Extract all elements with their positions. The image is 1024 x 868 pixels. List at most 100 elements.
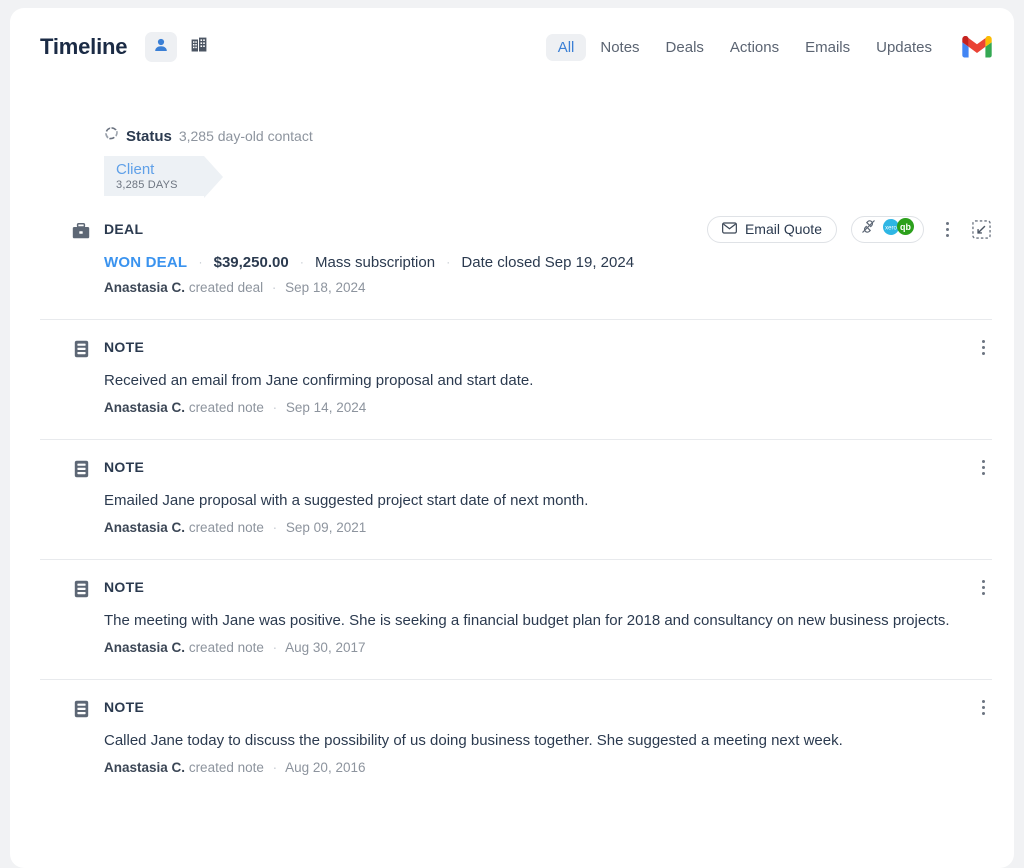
- note-kind-label: NOTE: [104, 699, 145, 715]
- timeline-body: Status 3,285 day-old contact Client 3,28…: [10, 126, 1014, 789]
- note-actions: [974, 456, 992, 478]
- deal-product: Mass subscription: [315, 254, 436, 271]
- email-quote-button[interactable]: Email Quote: [706, 215, 837, 243]
- building-icon: [191, 37, 207, 57]
- deal-meta-action: created deal: [188, 280, 264, 295]
- page-title: Timeline: [40, 34, 128, 59]
- separator-dot: ·: [272, 520, 278, 535]
- deal-close-date: Date closed Sep 19, 2024: [461, 254, 635, 271]
- deal-summary-line: WON DEAL · $39,250.00 · Mass subscriptio…: [104, 254, 992, 271]
- separator-dot: ·: [272, 760, 278, 775]
- deal-actions: Email Quote xero qb: [706, 215, 992, 243]
- note-header-row: NOTE: [104, 456, 992, 478]
- quickbooks-logo-icon: qb: [897, 218, 914, 240]
- note-text: Emailed Jane proposal with a suggested p…: [104, 492, 589, 509]
- svg-text:qb: qb: [900, 222, 911, 232]
- note-meta-action: created note: [188, 640, 264, 655]
- deal-collapse-inward-icon[interactable]: [970, 218, 992, 240]
- timeline-item-note: NOTE The meeting with Jane was positive.…: [40, 559, 992, 669]
- envelope-icon: [721, 221, 737, 237]
- separator-dot: ·: [446, 255, 451, 269]
- note-meta-line: Anastasia C. created note · Sep 09, 2021: [104, 520, 992, 535]
- status-label: Status: [126, 127, 172, 145]
- separator-dot: ·: [271, 280, 277, 295]
- gmail-logo-icon[interactable]: [962, 35, 992, 59]
- note-more-options-icon[interactable]: [974, 576, 992, 598]
- separator-dot: ·: [272, 640, 278, 655]
- svg-text:xero: xero: [885, 225, 897, 231]
- tab-actions[interactable]: Actions: [718, 34, 791, 61]
- note-kind-label: NOTE: [104, 339, 145, 355]
- tab-notes[interactable]: Notes: [588, 34, 651, 61]
- note-meta-date: Sep 14, 2024: [285, 400, 367, 415]
- timeline-card: Timeline All Notes Deals Actions Emails …: [10, 8, 1014, 868]
- status-badge-days: 3,285 DAYS: [116, 179, 178, 191]
- status-tag-wrap: Client 3,285 DAYS: [40, 156, 992, 198]
- person-icon: [153, 37, 169, 58]
- note-meta-date: Sep 09, 2021: [285, 520, 367, 535]
- timeline-item-deal: DEAL Email Quote xero qb WON DEAL · $39,…: [40, 196, 992, 309]
- briefcase-icon: [70, 220, 92, 242]
- tab-updates[interactable]: Updates: [864, 34, 944, 61]
- company-view-toggle[interactable]: [183, 32, 215, 62]
- note-header-row: NOTE: [104, 696, 992, 718]
- note-text: The meeting with Jane was positive. She …: [104, 612, 950, 629]
- deal-more-options-icon[interactable]: [938, 218, 956, 240]
- deal-meta-line: Anastasia C. created deal · Sep 18, 2024: [104, 280, 992, 295]
- note-meta-line: Anastasia C. created note · Aug 20, 2016: [104, 760, 992, 775]
- note-icon: [70, 338, 92, 360]
- deal-status-label: WON DEAL: [104, 254, 188, 271]
- note-header-row: NOTE: [104, 576, 992, 598]
- note-meta-author: Anastasia C.: [104, 400, 186, 415]
- tab-all[interactable]: All: [545, 33, 587, 61]
- page-header: Timeline All Notes Deals Actions Emails …: [10, 8, 1014, 86]
- note-icon: [70, 578, 92, 600]
- status-row: Status 3,285 day-old contact: [40, 126, 992, 146]
- note-meta-line: Anastasia C. created note · Sep 14, 2024: [104, 400, 992, 415]
- deal-kind-label: DEAL: [104, 221, 144, 237]
- note-meta-author: Anastasia C.: [104, 640, 186, 655]
- note-actions: [974, 696, 992, 718]
- note-meta-action: created note: [188, 400, 264, 415]
- note-kind-label: NOTE: [104, 459, 145, 475]
- timeline-filter-tabs: All Notes Deals Actions Emails Updates: [545, 33, 944, 61]
- separator-dot: ·: [272, 400, 278, 415]
- note-icon: [70, 458, 92, 480]
- status-badge[interactable]: Client 3,285 DAYS: [104, 156, 223, 198]
- note-kind-label: NOTE: [104, 579, 145, 595]
- note-meta-author: Anastasia C.: [104, 520, 186, 535]
- tab-deals[interactable]: Deals: [654, 34, 716, 61]
- note-actions: [974, 336, 992, 358]
- note-more-options-icon[interactable]: [974, 336, 992, 358]
- email-quote-label: Email Quote: [744, 221, 822, 237]
- plug-disconnected-icon: [861, 219, 876, 239]
- note-actions: [974, 576, 992, 598]
- separator-dot: ·: [299, 255, 304, 269]
- note-icon: [70, 698, 92, 720]
- deal-meta-date: Sep 18, 2024: [285, 280, 366, 295]
- note-text: Called Jane today to discuss the possibi…: [104, 732, 843, 749]
- accounting-integrations-button[interactable]: xero qb: [851, 215, 924, 243]
- note-more-options-icon[interactable]: [974, 696, 992, 718]
- note-text: Received an email from Jane confirming p…: [104, 372, 534, 389]
- note-meta-action: created note: [188, 760, 264, 775]
- note-meta-date: Aug 20, 2016: [285, 760, 366, 775]
- note-meta-date: Aug 30, 2017: [285, 640, 366, 655]
- deal-meta-author: Anastasia C.: [104, 280, 186, 295]
- note-meta-line: Anastasia C. created note · Aug 30, 2017: [104, 640, 992, 655]
- status-subtext: 3,285 day-old contact: [178, 128, 313, 144]
- timeline-item-note: NOTE Received an email from Jane confirm…: [40, 319, 992, 429]
- note-header-row: NOTE: [104, 336, 992, 358]
- deal-amount: $39,250.00: [213, 254, 289, 271]
- deal-header-row: DEAL Email Quote xero qb: [104, 215, 992, 243]
- entity-toggle-group: [145, 32, 215, 62]
- separator-dot: ·: [198, 255, 203, 269]
- timeline-item-note: NOTE Emailed Jane proposal with a sugges…: [40, 439, 992, 549]
- note-more-options-icon[interactable]: [974, 456, 992, 478]
- timeline-item-note: NOTE Called Jane today to discuss the po…: [40, 679, 992, 789]
- sync-arrows-icon: [104, 126, 119, 146]
- status-badge-name: Client: [116, 161, 155, 178]
- note-meta-action: created note: [188, 520, 264, 535]
- tab-emails[interactable]: Emails: [793, 34, 862, 61]
- contact-view-toggle[interactable]: [145, 32, 178, 62]
